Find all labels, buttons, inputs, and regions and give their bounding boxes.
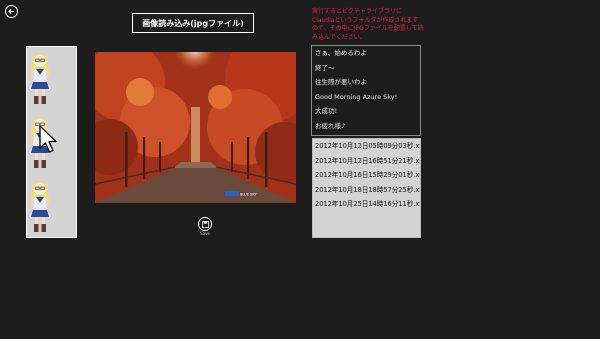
file-item[interactable]: 2012年10月16日15時29分01秒.xm (313, 168, 420, 183)
claudia-character-icon (31, 181, 49, 232)
character-item[interactable] (29, 177, 51, 235)
file-item[interactable]: 2012年10月12日16時51分21秒.xm (313, 154, 420, 169)
message-item[interactable]: さぁ、始めるわよ (312, 46, 420, 61)
load-image-button[interactable]: 画像読み込み(jpgファイル) (132, 13, 254, 33)
save-button[interactable]: Save (198, 217, 212, 237)
back-button[interactable] (5, 5, 18, 18)
file-item[interactable]: 2012年10月12日05時09分03秒.xm (313, 139, 420, 154)
character-item[interactable] (29, 49, 51, 107)
message-item[interactable]: Good Morning Azure Sky! (312, 90, 420, 105)
message-list[interactable]: さぁ、始めるわよ 終了～ 往生際が悪いわよ Good Morning Azure… (311, 45, 421, 136)
claudia-character-icon (31, 53, 49, 104)
save-label: Save (200, 231, 210, 236)
file-list[interactable]: 2012年10月12日05時09分03秒.xm 2012年10月12日16時51… (312, 138, 421, 238)
back-arrow-icon (8, 8, 14, 15)
message-item[interactable]: 往生際が悪いわよ (312, 75, 420, 90)
instruction-text: 実行するとピクチャライブラリにClaudiaというフォルダが作成されますので、そ… (312, 8, 424, 41)
photo-watermark: BLUE SKY (240, 193, 257, 197)
message-item[interactable]: 終了～ (312, 61, 420, 76)
file-item[interactable]: 2012年10月18日18時57分25秒.xm (313, 183, 420, 198)
save-icon (201, 220, 209, 228)
message-item[interactable]: お疲れ様♪ (312, 119, 420, 134)
file-item[interactable]: 2012年10月25日14時16分11秒.xm (313, 197, 420, 212)
message-item[interactable]: 大成功! (312, 104, 420, 119)
main-photo: BLUE SKY (95, 52, 296, 203)
mouse-cursor-icon (39, 125, 57, 153)
save-circle[interactable] (198, 217, 212, 231)
